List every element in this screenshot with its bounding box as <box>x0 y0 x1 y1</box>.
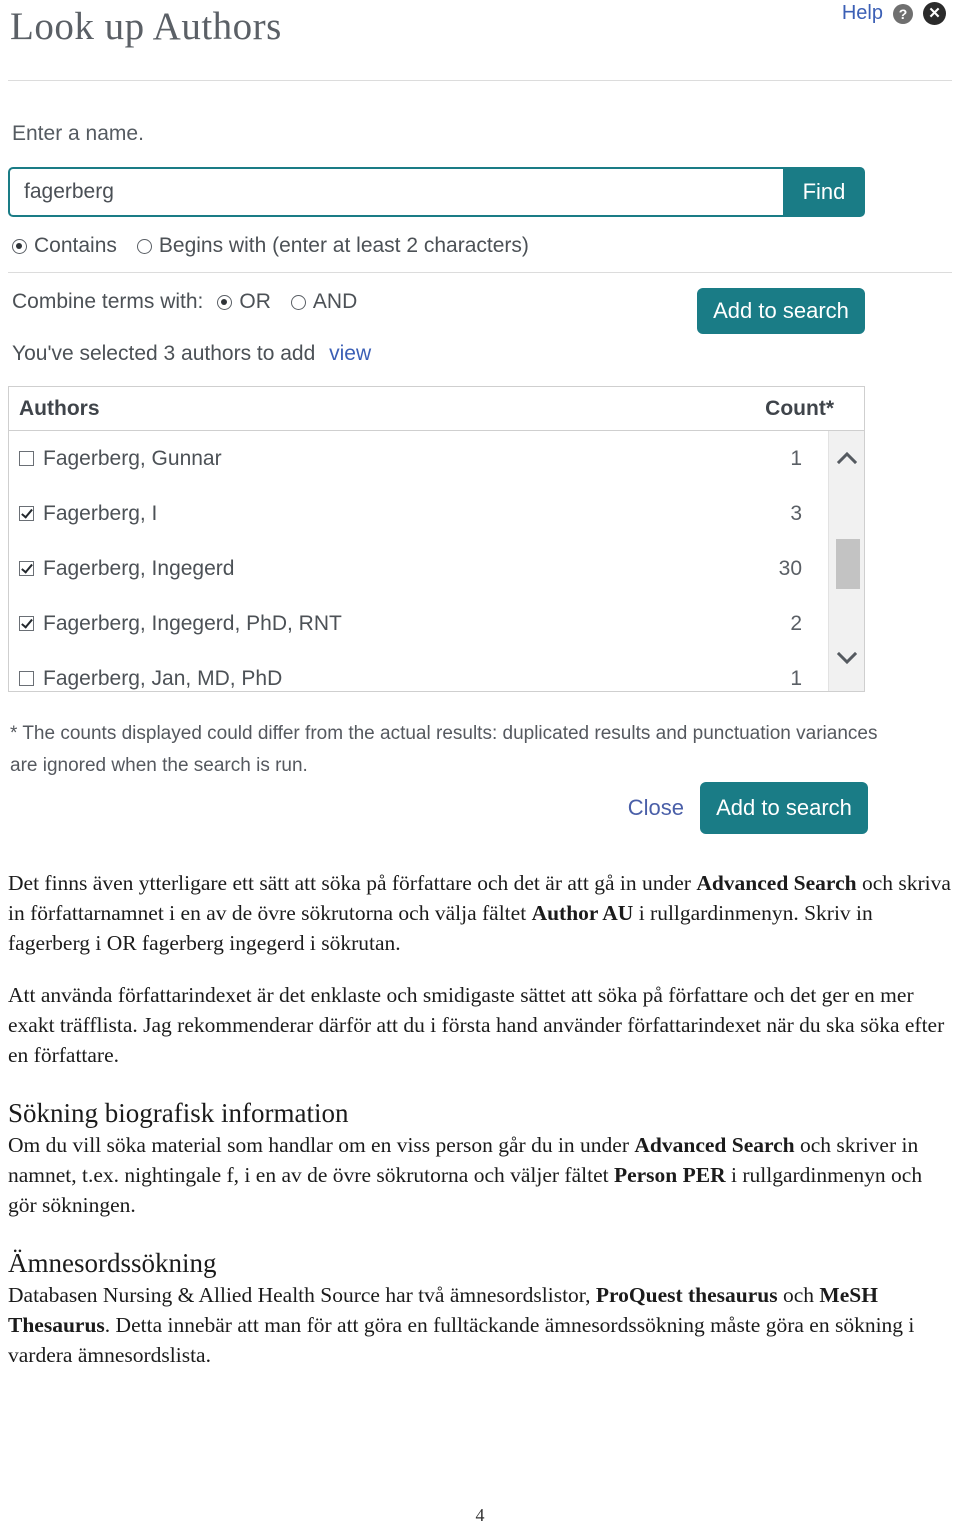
author-count: 1 <box>790 446 802 470</box>
match-mode-radio-group: Contains Begins with (enter at least 2 c… <box>12 234 549 258</box>
author-checkbox[interactable] <box>19 616 34 631</box>
author-checkbox[interactable] <box>19 506 34 521</box>
author-name: Fagerberg, Ingegerd <box>43 556 235 580</box>
author-row-label[interactable]: Fagerberg, I <box>9 502 682 526</box>
author-count: 30 <box>778 556 802 580</box>
author-checkbox[interactable] <box>19 671 34 686</box>
author-search-input[interactable] <box>8 167 783 217</box>
author-name: Fagerberg, I <box>43 501 158 525</box>
paragraph-advanced-search: Det finns även ytterligare ett sätt att … <box>8 868 952 958</box>
document-body: Det finns även ytterligare ett sätt att … <box>8 868 952 1370</box>
para1-bold-advanced-search: Advanced Search <box>696 871 857 895</box>
para1-bold-author-au: Author AU <box>531 901 634 925</box>
question-mark-icon[interactable]: ? <box>893 3 913 24</box>
radio-option-contains[interactable]: Contains <box>12 234 117 258</box>
dialog-footer-actions: Close Add to search <box>628 782 868 834</box>
column-header-count: Count* <box>765 396 834 420</box>
author-checkbox[interactable] <box>19 451 34 466</box>
radio-option-and[interactable]: AND <box>290 290 358 314</box>
table-row[interactable]: Fagerberg, Ingegerd 30 <box>9 541 828 596</box>
para3-bold-person-per: Person PER <box>613 1163 726 1187</box>
add-to-search-button-bottom[interactable]: Add to search <box>700 782 868 834</box>
author-count: 1 <box>790 666 802 690</box>
para3-bold-advanced-search: Advanced Search <box>634 1133 795 1157</box>
table-rows: Fagerberg, Gunnar 1 Fagerberg, I 3 Fager… <box>9 431 828 691</box>
radio-label-contains: Contains <box>34 234 117 257</box>
page-title: Look up Authors <box>10 5 282 48</box>
author-lookup-dialog: Look up Authors Help ? ✕ Enter a name. F… <box>0 0 960 860</box>
table-row[interactable]: Fagerberg, Gunnar 1 <box>9 431 828 486</box>
radio-icon-or[interactable] <box>217 294 233 310</box>
radio-label-and: AND <box>312 290 358 313</box>
author-name: Fagerberg, Jan, MD, PhD <box>43 666 283 690</box>
para3-text-1: Om du vill söka material som handlar om … <box>8 1133 635 1157</box>
radio-label-or: OR <box>239 290 271 313</box>
paragraph-thesaurus: Databasen Nursing & Allied Health Source… <box>8 1280 952 1370</box>
author-count: 2 <box>790 611 802 635</box>
table-row[interactable]: Fagerberg, I 3 <box>9 486 828 541</box>
radio-option-or[interactable]: OR <box>217 290 271 314</box>
combine-terms-label: Combine terms with: <box>12 290 204 313</box>
radio-icon-begins-with[interactable] <box>136 238 152 254</box>
header-tools: Help ? ✕ <box>842 2 946 25</box>
paragraph-forfattarindex: Att använda författarindexet är det enkl… <box>8 983 945 1067</box>
chevron-up-icon[interactable] <box>829 441 865 473</box>
results-scrollbar[interactable] <box>828 431 864 691</box>
para4-bold-proquest: ProQuest thesaurus <box>595 1283 778 1307</box>
authors-results-table: Authors Count* Fagerberg, Gunnar 1 Fager… <box>8 386 865 692</box>
radio-label-begins-with: Begins with (enter at least 2 characters… <box>158 234 529 257</box>
mid-divider <box>8 272 952 273</box>
author-row-label[interactable]: Fagerberg, Jan, MD, PhD <box>9 667 682 691</box>
table-body: Fagerberg, Gunnar 1 Fagerberg, I 3 Fager… <box>9 431 864 691</box>
help-link[interactable]: Help <box>842 2 883 25</box>
selection-status-row: You've selected 3 authors to add view <box>12 342 371 366</box>
scrollbar-thumb[interactable] <box>836 539 860 589</box>
close-link[interactable]: Close <box>628 795 684 821</box>
author-row-label[interactable]: Fagerberg, Ingegerd <box>9 557 682 581</box>
dialog-header: Look up Authors Help ? ✕ <box>0 0 960 66</box>
para4-text-3: . Detta innebär att man för att göra en … <box>8 1313 915 1367</box>
search-row: Find <box>8 167 865 217</box>
view-selected-link[interactable]: view <box>329 342 371 365</box>
counts-footnote: * The counts displayed could differ from… <box>10 723 878 776</box>
paragraph-person-per: Om du vill söka material som handlar om … <box>8 1130 952 1220</box>
header-divider <box>8 80 952 81</box>
page-number: 4 <box>475 1505 485 1525</box>
find-button[interactable]: Find <box>783 167 865 217</box>
author-count: 3 <box>790 501 802 525</box>
radio-icon-and[interactable] <box>290 294 306 310</box>
heading-amnesordssokning: Ämnesordssökning <box>8 1248 217 1278</box>
para1-text-1: Det finns även ytterligare ett sätt att … <box>8 871 697 895</box>
para4-text-2: och <box>777 1283 820 1307</box>
table-header-row: Authors Count* <box>9 387 864 431</box>
table-row[interactable]: Fagerberg, Jan, MD, PhD 1 <box>9 651 828 706</box>
enter-name-label: Enter a name. <box>12 122 144 145</box>
column-header-authors: Authors <box>19 396 100 420</box>
combine-terms-row: Combine terms with: OR AND <box>12 290 377 314</box>
author-checkbox[interactable] <box>19 561 34 576</box>
author-name: Fagerberg, Ingegerd, PhD, RNT <box>43 611 342 635</box>
heading-sokning-biografisk: Sökning biografisk information <box>8 1098 349 1128</box>
chevron-down-icon[interactable] <box>829 641 865 673</box>
author-row-label[interactable]: Fagerberg, Ingegerd, PhD, RNT <box>9 612 682 636</box>
author-row-label[interactable]: Fagerberg, Gunnar <box>9 447 682 471</box>
radio-option-begins-with[interactable]: Begins with (enter at least 2 characters… <box>136 234 529 258</box>
table-row[interactable]: Fagerberg, Ingegerd, PhD, RNT 2 <box>9 596 828 651</box>
selection-status-text: You've selected 3 authors to add <box>12 342 316 365</box>
para4-text-1: Databasen Nursing & Allied Health Source… <box>8 1283 596 1307</box>
close-icon[interactable]: ✕ <box>923 2 946 25</box>
author-name: Fagerberg, Gunnar <box>43 446 222 470</box>
add-to-search-button-top[interactable]: Add to search <box>697 288 865 334</box>
radio-icon-contains[interactable] <box>12 238 27 254</box>
